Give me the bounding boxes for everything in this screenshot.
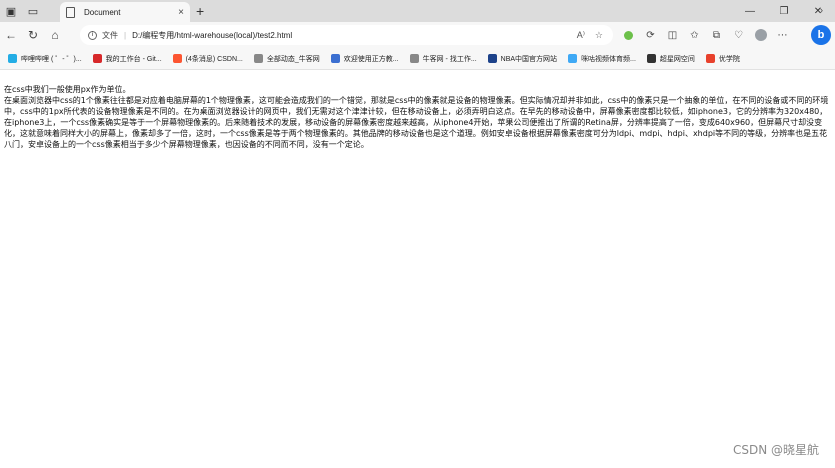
file-label: 文件 [102, 30, 118, 40]
bing-copilot-icon[interactable]: b [811, 25, 831, 45]
read-aloud-icon[interactable]: A⁾ [577, 30, 585, 41]
split-screen-icon[interactable]: ◫ [664, 27, 681, 44]
bookmark-item[interactable]: (4条消息) CSDN... [172, 54, 243, 64]
bookmark-label: 牛客网 - 找工作... [422, 55, 477, 63]
more-icon[interactable]: ⋯ [774, 27, 791, 44]
bookmarks-bar: 哔哩哔哩 ( ゜- ゜)... 我的工作台 - Git... (4条消息) CSDN… [0, 48, 835, 70]
bookmark-item[interactable]: 超星网空间 [646, 54, 695, 64]
refresh-extension-icon[interactable]: ⟳ [642, 27, 659, 44]
intro-line: 在css中我们一般使用px作为单位。 [4, 85, 131, 94]
page-content: 在css中我们一般使用px作为单位。 在桌面浏览器中css的1个像素往往都是对应… [4, 84, 832, 150]
url-text[interactable]: D:/编程专用/html-warehouse(local)/test2.html [132, 30, 577, 41]
bookmark-label: 超星网空间 [659, 55, 695, 63]
bookmark-favicon-icon [8, 54, 17, 63]
tab-close-button[interactable]: × [178, 7, 184, 18]
bookmark-label: (4条消息) CSDN... [185, 55, 243, 63]
tab-title: Document [84, 7, 121, 17]
bookmark-item[interactable]: 牛客网 - 找工作... [409, 54, 477, 64]
bookmark-favicon-icon [705, 54, 715, 63]
bookmark-item[interactable]: 哔哩哔哩 ( ゜- ゜)... [8, 54, 82, 64]
home-button[interactable]: ⌂ [44, 24, 66, 46]
bookmark-label: NBA中国官方网站 [500, 55, 558, 63]
bookmark-favicon-icon [409, 54, 419, 63]
explanation-paragraph: 在桌面浏览器中css的1个像素往往都是对应着电脑屏幕的1个物理像素，这可能会造成… [4, 96, 829, 149]
bookmark-favicon-icon [568, 54, 578, 63]
bookmark-item[interactable]: 优学院 [705, 54, 740, 64]
minimize-button[interactable]: — [733, 0, 767, 22]
bookmark-favicon-icon [646, 54, 656, 63]
toolbar-right: ⟳ ◫ ✩ ⧉ ♡ ⋯ [620, 25, 791, 45]
restore-button[interactable]: ❐ [767, 0, 801, 22]
bookmark-favicon-icon [253, 54, 263, 63]
bookmark-favicon-icon [487, 54, 497, 63]
bookmark-item[interactable]: 全部动态_牛客网 [253, 54, 320, 64]
reload-button[interactable]: ↻ [22, 24, 44, 46]
bookmark-item[interactable]: NBA中国官方网站 [487, 54, 558, 64]
csdn-watermark: CSDN @晓星航 [732, 443, 819, 457]
history-icon[interactable]: ♡ [730, 27, 747, 44]
back-button[interactable]: ← [0, 24, 22, 46]
info-icon[interactable]: i [88, 30, 97, 40]
address-separator: | [124, 30, 127, 40]
workspaces-icon[interactable]: ▣ [0, 0, 22, 22]
bookmarks-more-icon[interactable]: › [820, 5, 823, 15]
tab-actions-icon[interactable]: ▭ [22, 0, 44, 22]
bookmark-label: 哔哩哔哩 ( ゜- ゜)... [21, 55, 82, 63]
favorites-icon[interactable]: ✩ [686, 27, 703, 44]
bookmark-label: 全部动态_牛客网 [266, 55, 320, 63]
bookmark-favicon-icon [330, 54, 340, 63]
document-icon [66, 6, 75, 18]
bookmark-item[interactable]: 我的工作台 - Git... [92, 54, 162, 64]
bookmark-label: 优学院 [718, 55, 740, 63]
bookmark-label: 咪咕视频体育频... [581, 55, 636, 63]
bookmark-label: 欢迎使用正方教... [343, 55, 399, 63]
profile-icon[interactable] [752, 27, 769, 44]
collections-icon[interactable]: ⧉ [708, 27, 725, 44]
tab-document[interactable]: Document × [60, 2, 190, 22]
extension-icon[interactable] [620, 27, 637, 44]
bookmark-favicon-icon [172, 54, 182, 63]
bookmark-label: 我的工作台 - Git... [105, 55, 162, 63]
address-bar[interactable]: i 文件 | D:/编程专用/html-warehouse(local)/tes… [80, 25, 613, 45]
navigation-bar: ← ↻ ⌂ i 文件 | D:/编程专用/html-warehouse(loca… [0, 22, 835, 48]
bookmark-item[interactable]: 欢迎使用正方教... [330, 54, 399, 64]
new-tab-button[interactable]: + [196, 3, 204, 19]
favorite-star-icon[interactable]: ☆ [595, 30, 603, 41]
bookmark-item[interactable]: 咪咕视频体育频... [568, 54, 636, 64]
bookmark-favicon-icon [92, 54, 102, 63]
close-window-button[interactable]: ✕ [801, 0, 835, 22]
